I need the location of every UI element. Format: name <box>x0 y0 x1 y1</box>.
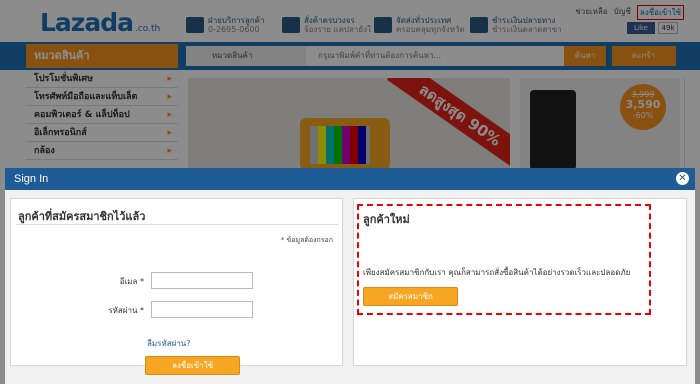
existing-customer-panel: ลูกค้าที่สมัครสมาชิกไว้แล้ว * ข้อมูลต้อง… <box>10 198 344 375</box>
divider <box>16 224 338 225</box>
required-note: * ข้อมูลต้องกรอก <box>280 236 333 244</box>
password-field[interactable] <box>151 301 253 318</box>
highlight-box: ลูกค้าใหม่ เพียงสมัครสมาชิกกับเรา คุณก็ส… <box>357 204 651 315</box>
new-customer-panel: ลูกค้าใหม่ เพียงสมัครสมาชิกกับเรา คุณก็ส… <box>353 198 687 366</box>
sign-in-modal: Sign In ✕ ลูกค้าที่สมัครสมาชิกไว้แล้ว * … <box>5 168 695 384</box>
email-field[interactable] <box>151 272 253 289</box>
modal-title: Sign In <box>14 173 49 185</box>
existing-customer-heading: ลูกค้าที่สมัครสมาชิกไว้แล้ว <box>18 211 146 223</box>
signup-button[interactable]: สมัครสมาชิก <box>363 287 458 306</box>
password-label: รหัสผ่าน * <box>108 306 144 315</box>
forgot-password-link[interactable]: ลืมรหัสผ่าน? <box>147 337 191 350</box>
new-customer-heading: ลูกค้าใหม่ <box>363 214 410 226</box>
password-row: รหัสผ่าน * <box>11 301 344 319</box>
login-button[interactable]: ลงชื่อเข้าใช้ <box>145 356 240 375</box>
email-label: อีเมล * <box>119 277 144 286</box>
email-row: อีเมล * <box>11 272 344 290</box>
new-customer-description: เพียงสมัครสมาชิกกับเรา คุณก็สามารถสั่งซื… <box>363 268 631 277</box>
modal-header: Sign In ✕ <box>5 168 695 190</box>
close-icon[interactable]: ✕ <box>676 172 689 185</box>
